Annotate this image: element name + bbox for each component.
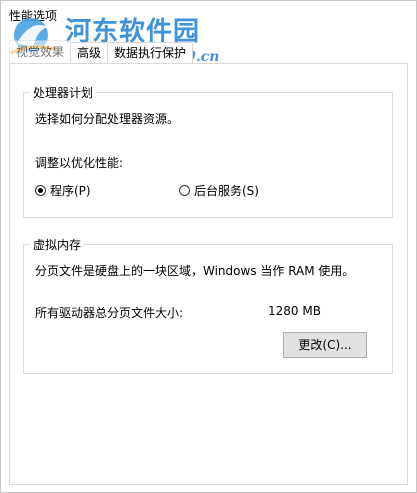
total-paging-file-value: 1280 MB: [268, 304, 321, 318]
tab-strip: 视觉效果 高级 数据执行保护: [9, 40, 194, 63]
adjust-for-label: 调整以优化性能:: [35, 156, 124, 170]
tab-visual-effects[interactable]: 视觉效果: [9, 40, 72, 63]
performance-options-window: 性能选项 河东软件园 www.pc0359.cn 视觉效果 高级 数据执行保护 …: [0, 0, 417, 493]
tab-data-execution-prevention[interactable]: 数据执行保护: [107, 42, 194, 63]
tab-advanced[interactable]: 高级: [70, 42, 109, 63]
radio-background-services-label: 后台服务(S): [194, 184, 259, 198]
radio-background-services-indicator[interactable]: [179, 185, 190, 196]
radio-background-services[interactable]: 后台服务(S): [179, 182, 259, 199]
virtual-memory-description: 分页文件是硬盘上的一块区域，Windows 当作 RAM 使用。: [35, 264, 355, 278]
radio-programs-label: 程序(P): [50, 184, 91, 198]
processor-scheduling-description: 选择如何分配处理器资源。: [35, 112, 180, 126]
processor-scheduling-group: 处理器计划 选择如何分配处理器资源。 调整以优化性能: 程序(P) 后台服务(S…: [23, 84, 393, 218]
change-button[interactable]: 更改(C)...: [283, 332, 367, 358]
processor-scheduling-legend: 处理器计划: [30, 84, 97, 101]
tab-panel: 处理器计划 选择如何分配处理器资源。 调整以优化性能: 程序(P) 后台服务(S…: [9, 63, 408, 485]
total-paging-file-label: 所有驱动器总分页文件大小:: [35, 306, 184, 320]
virtual-memory-legend: 虚拟内存: [30, 236, 85, 253]
window-title: 性能选项: [9, 9, 58, 23]
radio-programs[interactable]: 程序(P): [35, 182, 91, 199]
radio-programs-indicator[interactable]: [35, 185, 46, 196]
title-bar[interactable]: 性能选项: [1, 1, 416, 31]
